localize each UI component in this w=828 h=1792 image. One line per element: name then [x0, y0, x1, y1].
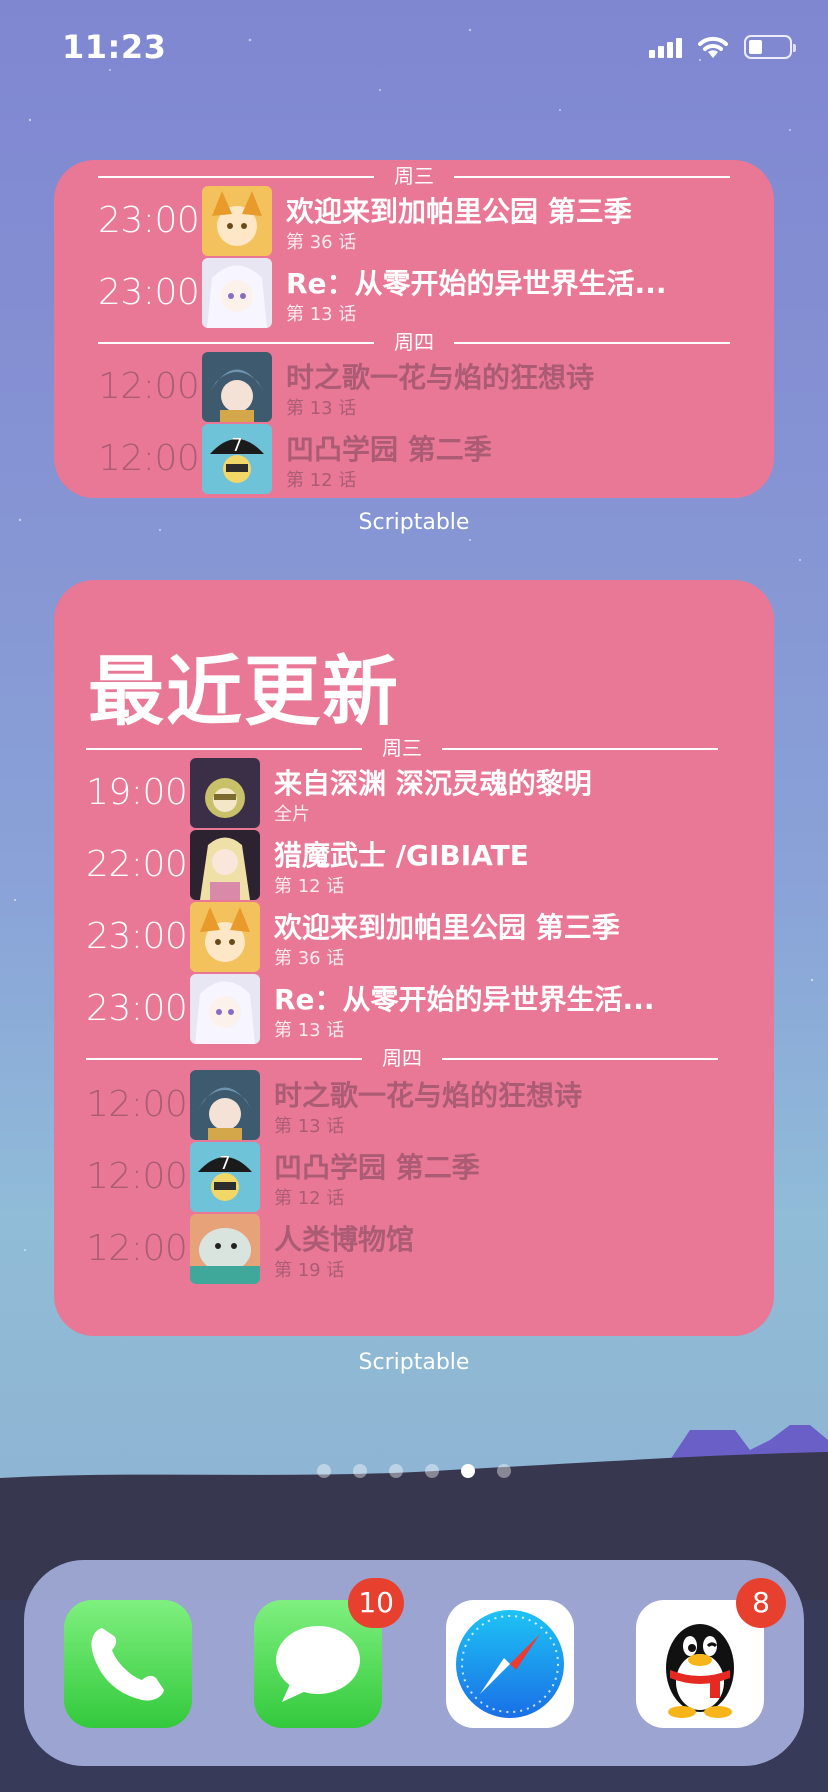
anime-title: 凹凸学园 第二季 — [274, 1151, 480, 1184]
anime-episode: 第 13 话 — [286, 304, 357, 325]
anime-title: 时之歌一花与焰的狂想诗 — [274, 1079, 583, 1112]
status-time: 11:23 — [62, 28, 167, 66]
anime-title: 欢迎来到加帕里公园 第三季 — [274, 911, 620, 944]
anime-title: 欢迎来到加帕里公园 第三季 — [286, 195, 632, 228]
anime-cover-thumbnail — [202, 186, 272, 256]
notification-badge: 8 — [736, 1578, 786, 1628]
air-time: 12:00 — [86, 1156, 188, 1197]
anime-row[interactable]: 23:00 欢迎来到加帕里公园 第三季 第 36 话 — [86, 902, 746, 974]
page-dot[interactable] — [425, 1464, 439, 1478]
anime-episode: 全片 — [274, 804, 310, 825]
anime-episode: 第 13 话 — [286, 398, 357, 419]
air-time: 19:00 — [86, 772, 188, 813]
anime-cover-thumbnail — [190, 758, 260, 828]
anime-cover-thumbnail — [190, 974, 260, 1044]
safari-compass-icon — [456, 1610, 564, 1718]
wifi-icon — [698, 36, 728, 58]
page-dot-active[interactable] — [461, 1464, 475, 1478]
air-time: 23:00 — [86, 988, 188, 1029]
anime-row[interactable]: 12:00 时之歌一花与焰的狂想诗 第 13 话 — [86, 1070, 746, 1142]
battery-icon — [744, 35, 796, 59]
page-indicator[interactable] — [0, 1464, 828, 1478]
anime-row[interactable]: 12:00 人类博物馆 第 19 话 — [86, 1214, 746, 1286]
anime-row[interactable]: 23:00 Re：从零开始的异世界生活... 第 13 话 — [98, 258, 738, 330]
status-bar: 11:23 — [0, 0, 828, 100]
anime-row[interactable]: 19:00 来自深渊 深沉灵魂的黎明 全片 — [86, 758, 746, 830]
anime-episode: 第 19 话 — [274, 1260, 345, 1281]
safari-app[interactable] — [446, 1600, 574, 1728]
messages-app[interactable]: 10 — [254, 1578, 404, 1728]
day-separator: 周三 — [86, 736, 718, 760]
anime-episode: 第 12 话 — [274, 1188, 345, 1209]
anime-row[interactable]: 22:00 猎魔武士 /GIBIATE 第 12 话 — [86, 830, 746, 902]
page-dot[interactable] — [497, 1464, 511, 1478]
widget-app-label: Scriptable — [358, 1350, 470, 1375]
anime-cover-thumbnail — [202, 352, 272, 422]
anime-title: 人类博物馆 — [274, 1223, 415, 1256]
air-time: 12:00 — [98, 438, 200, 479]
anime-episode: 第 12 话 — [274, 876, 345, 897]
anime-row[interactable]: 12:00 7 凹凸学园 第二季 第 12 话 — [98, 424, 738, 496]
anime-episode: 第 36 话 — [274, 948, 345, 969]
air-time: 23:00 — [98, 272, 200, 313]
anime-row[interactable]: 23:00 欢迎来到加帕里公园 第三季 第 36 话 — [98, 186, 738, 258]
air-time: 22:00 — [86, 844, 188, 885]
day-separator: 周四 — [86, 1046, 718, 1070]
notification-badge: 10 — [348, 1578, 404, 1628]
anime-title: 时之歌一花与焰的狂想诗 — [286, 361, 595, 394]
svg-text:7: 7 — [219, 1153, 230, 1174]
day-separator: 周四 — [98, 330, 730, 354]
anime-cover-thumbnail: 7 — [190, 1142, 260, 1212]
phone-app[interactable] — [64, 1600, 192, 1728]
anime-cover-thumbnail — [190, 1214, 260, 1284]
anime-episode: 第 12 话 — [286, 470, 357, 491]
anime-row[interactable]: 23:00 Re：从零开始的异世界生活... 第 13 话 — [86, 974, 746, 1046]
svg-text:7: 7 — [231, 435, 242, 456]
anime-title: 凹凸学园 第二季 — [286, 433, 492, 466]
qq-app[interactable]: 8 — [636, 1578, 786, 1728]
anime-cover-thumbnail — [202, 258, 272, 328]
page-dot[interactable] — [389, 1464, 403, 1478]
dock: 10 8 — [24, 1560, 804, 1766]
anime-cover-thumbnail — [190, 1070, 260, 1140]
anime-cover-thumbnail — [190, 902, 260, 972]
anime-cover-thumbnail — [190, 830, 260, 900]
anime-episode: 第 13 话 — [274, 1020, 345, 1041]
recent-updates-widget[interactable]: 最近更新 周三 19:00 来自深渊 深沉灵魂的黎明 全片 22:00 猎魔武士… — [54, 580, 774, 1336]
widget-app-label: Scriptable — [358, 510, 470, 535]
page-dot[interactable] — [353, 1464, 367, 1478]
schedule-widget-small[interactable]: 周三 23:00 欢迎来到加帕里公园 第三季 第 36 话 23:00 Re：从… — [54, 160, 774, 498]
anime-cover-thumbnail: 7 — [202, 424, 272, 494]
anime-title: Re：从零开始的异世界生活... — [274, 983, 655, 1016]
anime-episode: 第 13 话 — [274, 1116, 345, 1137]
air-time: 12:00 — [98, 366, 200, 407]
page-dot[interactable] — [317, 1464, 331, 1478]
anime-title: 猎魔武士 /GIBIATE — [274, 839, 529, 872]
widget-title: 最近更新 — [88, 647, 400, 736]
air-time: 12:00 — [86, 1228, 188, 1269]
air-time: 23:00 — [98, 200, 200, 241]
phone-icon — [91, 1628, 164, 1701]
anime-title: 来自深渊 深沉灵魂的黎明 — [274, 767, 592, 800]
day-separator: 周三 — [98, 164, 730, 188]
air-time: 23:00 — [86, 916, 188, 957]
anime-row[interactable]: 12:00 时之歌一花与焰的狂想诗 第 13 话 — [98, 352, 738, 424]
anime-episode: 第 36 话 — [286, 232, 357, 253]
anime-row[interactable]: 12:00 7 凹凸学园 第二季 第 12 话 — [86, 1142, 746, 1214]
air-time: 12:00 — [86, 1084, 188, 1125]
cellular-signal-icon — [649, 36, 682, 58]
anime-title: Re：从零开始的异世界生活... — [286, 267, 667, 300]
